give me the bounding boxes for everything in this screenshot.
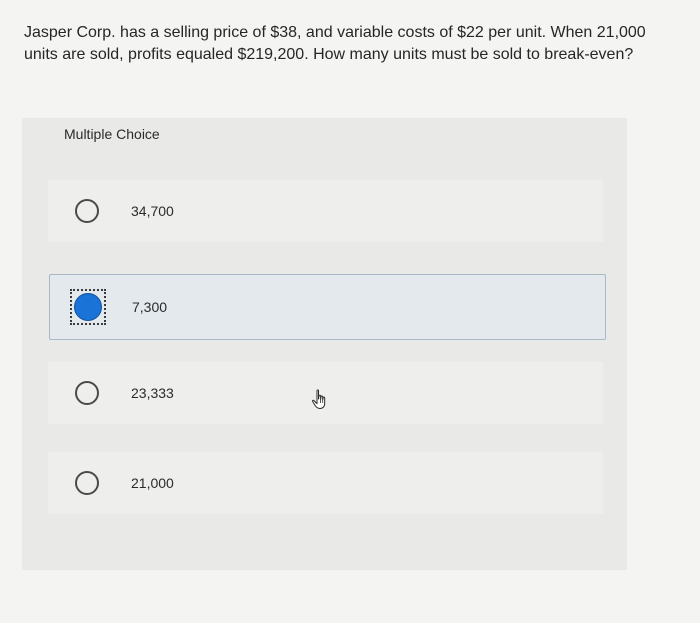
choice-label: 21,000 [131, 475, 174, 491]
radio-button-icon[interactable] [75, 381, 99, 405]
panel-title: Multiple Choice [64, 126, 160, 142]
radio-dot-icon [74, 293, 102, 321]
panel-header: Multiple Choice [22, 118, 627, 164]
choice-label: 23,333 [131, 385, 174, 401]
radio-button-icon[interactable] [75, 199, 99, 223]
multiple-choice-panel: Multiple Choice 34,700 7,300 23,333 21,0… [22, 118, 627, 570]
hand-pointer-icon [311, 389, 326, 409]
radio-selected-icon[interactable] [70, 289, 106, 325]
radio-button-icon[interactable] [75, 471, 99, 495]
choice-option-1[interactable]: 34,700 [48, 180, 603, 242]
question-text: Jasper Corp. has a selling price of $38,… [24, 24, 646, 63]
choice-label: 7,300 [132, 299, 168, 315]
choice-label: 34,700 [131, 203, 174, 219]
choice-option-4[interactable]: 21,000 [48, 452, 603, 514]
choice-option-2[interactable]: 7,300 [49, 274, 606, 340]
